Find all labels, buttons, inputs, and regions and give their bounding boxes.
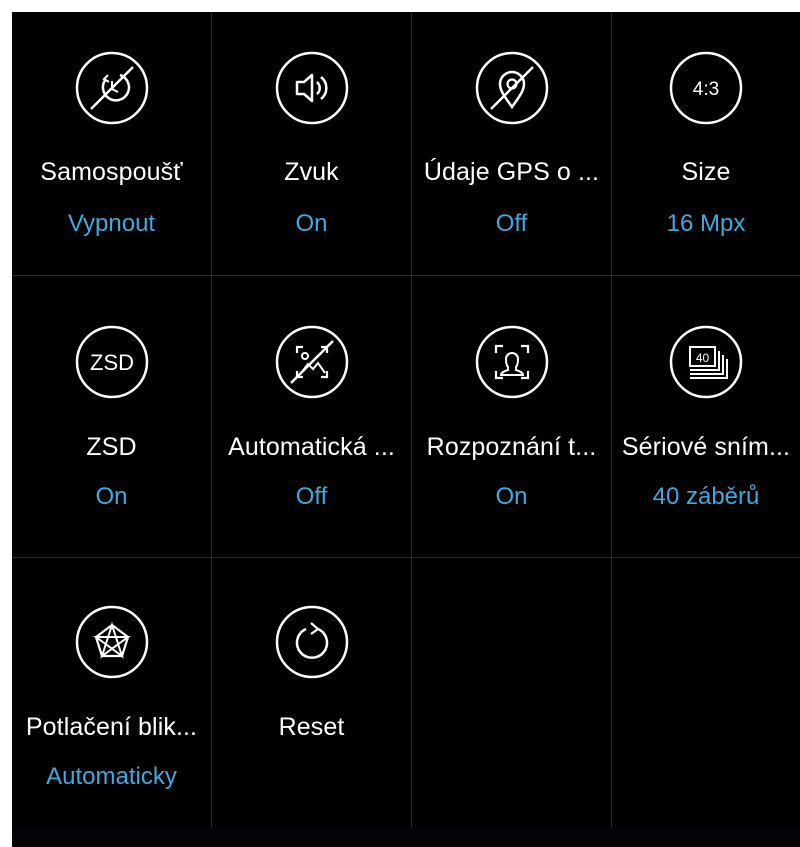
setting-label: Údaje GPS o ... [423, 158, 600, 186]
setting-value: Vypnout [67, 210, 156, 237]
setting-label: Sériové sním... [621, 433, 791, 461]
setting-label: ZSD [86, 433, 137, 461]
settings-grid: Samospoušť Vypnout Zvuk On Údaje GPS o .… [12, 12, 800, 828]
setting-label: Reset [278, 713, 345, 741]
empty-cell [612, 558, 800, 828]
setting-zsd[interactable]: ZSD ZSD On [12, 276, 212, 558]
setting-value: 16 Mpx [666, 210, 746, 237]
setting-value: Off [295, 483, 328, 510]
setting-label: Rozpoznání t... [426, 433, 597, 461]
setting-label: Automatická ... [228, 433, 395, 461]
setting-value: 40 záběrů [652, 483, 760, 510]
setting-face-detection[interactable]: Rozpoznání t... On [412, 276, 612, 558]
setting-value: Off [495, 210, 528, 237]
svg-text:ZSD: ZSD [90, 350, 134, 375]
setting-size[interactable]: 4:3 Size 16 Mpx [612, 12, 800, 276]
setting-gps[interactable]: Údaje GPS o ... Off [412, 12, 612, 276]
setting-burst-shot[interactable]: 40 Sériové sním... 40 záběrů [612, 276, 800, 558]
zsd-icon: ZSD [75, 325, 149, 399]
sound-icon [275, 51, 349, 125]
setting-anti-flicker[interactable]: Potlačení blik... Automaticky [12, 558, 212, 828]
empty-cell [412, 558, 612, 828]
gps-off-icon [475, 51, 549, 125]
setting-value: On [95, 483, 128, 510]
setting-label: Potlačení blik... [25, 713, 198, 741]
auto-scene-off-icon [275, 325, 349, 399]
setting-label: Zvuk [284, 158, 339, 186]
svg-text:4:3: 4:3 [693, 79, 719, 100]
aspect-ratio-icon: 4:3 [669, 51, 743, 125]
bottom-bar [12, 828, 800, 847]
face-detection-icon [475, 325, 549, 399]
setting-value: On [295, 210, 328, 237]
burst-shot-icon: 40 [669, 325, 743, 399]
setting-value: On [495, 483, 528, 510]
svg-text:40: 40 [696, 351, 710, 365]
setting-reset[interactable]: Reset [212, 558, 412, 828]
setting-sound[interactable]: Zvuk On [212, 12, 412, 276]
setting-label: Size [681, 158, 731, 186]
timer-off-icon [75, 51, 149, 125]
setting-value: Automaticky [46, 763, 177, 790]
setting-label: Samospoušť [40, 158, 183, 186]
anti-flicker-icon [75, 605, 149, 679]
setting-auto-scene[interactable]: Automatická ... Off [212, 276, 412, 558]
reset-icon [275, 605, 349, 679]
setting-self-timer[interactable]: Samospoušť Vypnout [12, 12, 212, 276]
